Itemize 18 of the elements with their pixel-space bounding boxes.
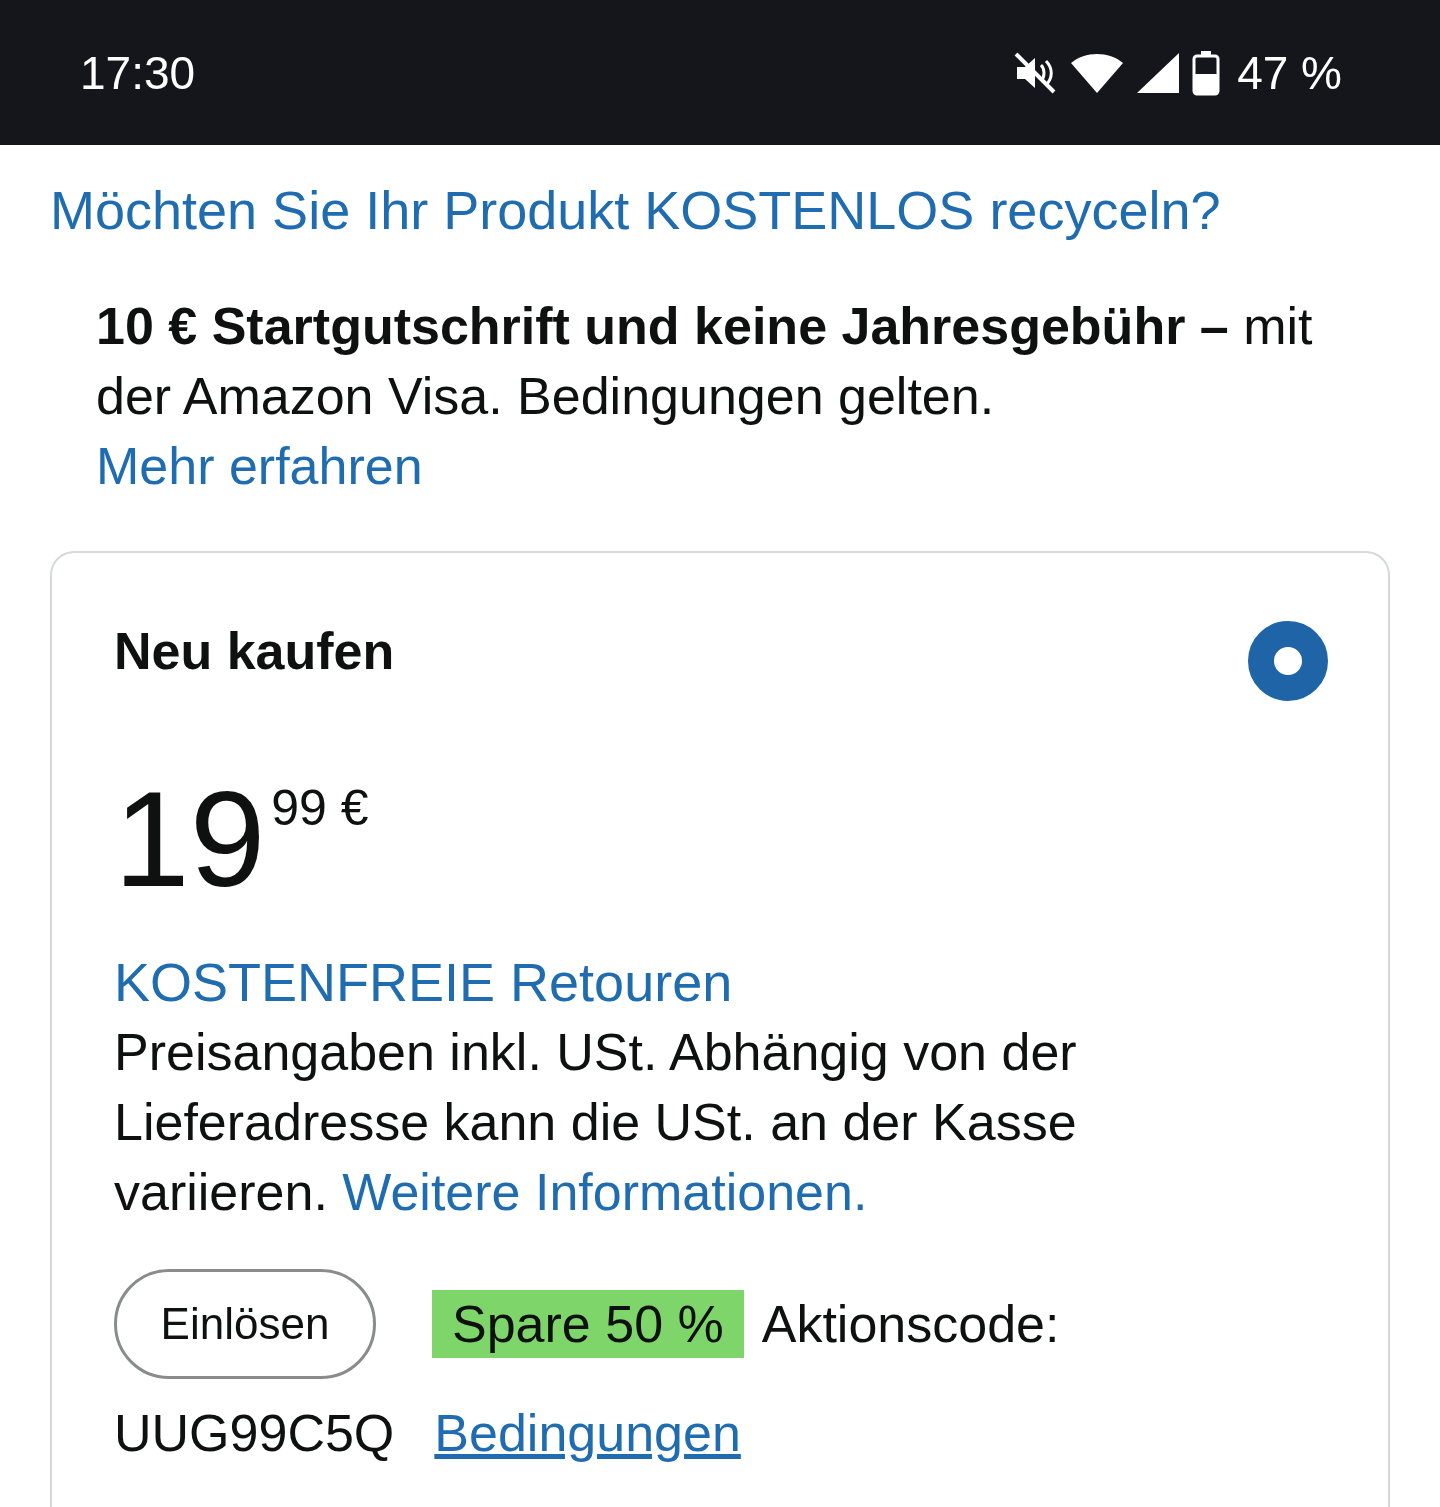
terms-link[interactable]: Bedingungen [434, 1403, 741, 1463]
price-whole: 19 [114, 771, 266, 907]
battery-icon [1191, 49, 1222, 96]
recycle-link[interactable]: Möchten Sie Ihr Produkt KOSTENLOS recyceln? [50, 180, 1221, 240]
promo-code-label: Aktionscode: [761, 1294, 1060, 1354]
signal-icon [1135, 50, 1182, 95]
offer-title: Neu kaufen [114, 621, 395, 681]
more-info-link[interactable]: Weitere Informationen. [342, 1163, 868, 1221]
promo-code: UUG99C5Q [114, 1403, 395, 1463]
price-fraction: 99 € [271, 779, 369, 837]
promo-text: 10 € Startgutschrift und keine Jahresgebühr – mit der Amazon Visa. Bedingungen gelten. Mehr erfahren [96, 296, 1314, 497]
discount-badge: Spare 50 % [432, 1290, 744, 1358]
learn-more-link[interactable]: Mehr erfahren [96, 437, 423, 495]
redeem-button[interactable]: Einlösen [114, 1269, 376, 1379]
battery-percent: 47 % [1237, 45, 1342, 100]
tax-note: Preisangaben inkl. USt. Abhängig von der Lieferadresse kann die USt. an der Kasse variieren. Weitere Informationen. [114, 1022, 1078, 1223]
clock-time: 17:30 [80, 45, 196, 100]
returns-link[interactable]: KOSTENFREIE Retouren [114, 952, 733, 1012]
